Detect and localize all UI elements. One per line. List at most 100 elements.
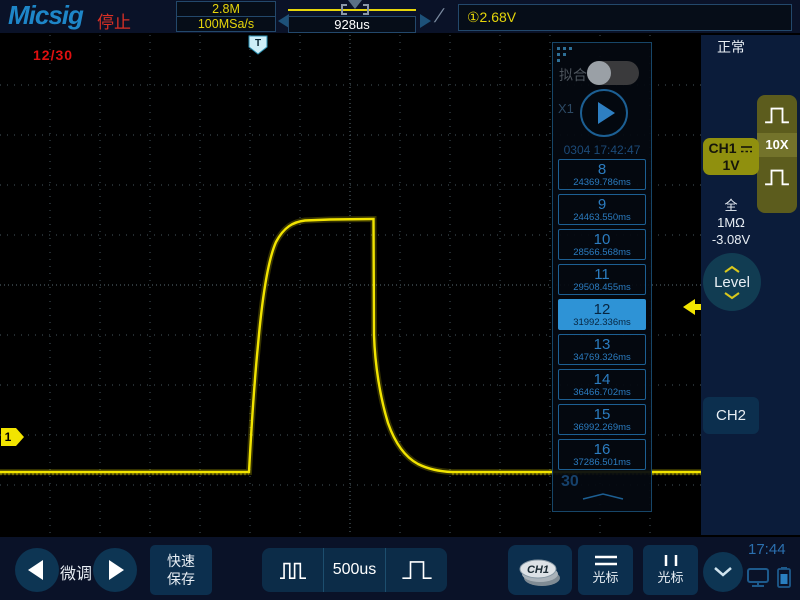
- vertical-cursor-label: 光标: [657, 567, 683, 586]
- probe-panel[interactable]: 10X: [757, 95, 797, 213]
- right-sidebar: 正常 10X CH1 1V 全 1MΩ -3.08V: [701, 35, 800, 535]
- segment-item-index: 16: [594, 442, 611, 457]
- prev-icon: [28, 560, 43, 580]
- segment-play-button[interactable]: [580, 89, 628, 137]
- segment-playback-panel: 拟合 X1 0304 17:42:47 824369.786ms 924463.5…: [552, 42, 652, 512]
- chevron-down-icon: [712, 566, 734, 578]
- segment-item[interactable]: 1536992.269ms: [558, 404, 646, 435]
- pulse-icon: [762, 104, 792, 126]
- segment-item[interactable]: 1334769.326ms: [558, 334, 646, 365]
- timebase-group: 500us: [262, 548, 447, 592]
- pulse-icon: [762, 166, 792, 188]
- segment-item[interactable]: 824369.786ms: [558, 159, 646, 190]
- vertical-cursor-button[interactable]: 光标: [643, 545, 698, 595]
- segment-item-index: 13: [594, 337, 611, 352]
- toggle-knob: [587, 61, 611, 85]
- segment-item-time: 24369.786ms: [573, 177, 631, 188]
- trigger-marker-label: T: [255, 38, 261, 49]
- segment-item-index: 14: [594, 372, 611, 387]
- memory-depth: 2.8M: [177, 2, 275, 17]
- horizontal-cursor-button[interactable]: 光标: [578, 545, 633, 595]
- segment-item[interactable]: 1231992.336ms: [558, 299, 646, 330]
- system-clock: 17:44: [748, 541, 786, 558]
- pulse-train-icon: [274, 557, 312, 583]
- segment-item-time: 28566.568ms: [573, 247, 631, 258]
- channel1-position-tag[interactable]: 1: [1, 428, 24, 446]
- run-state-label[interactable]: 停止: [97, 8, 131, 33]
- segment-item-time: 29508.455ms: [573, 282, 631, 293]
- trigger-level-readout[interactable]: ①2.68V: [458, 4, 792, 31]
- trigger-slope-icon[interactable]: /: [434, 6, 444, 28]
- segment-item-index: 15: [594, 407, 611, 422]
- segment-item[interactable]: 1436466.702ms: [558, 369, 646, 400]
- next-icon: [109, 560, 124, 580]
- segment-item-index: 10: [594, 232, 611, 247]
- trigger-level-arrow-icon[interactable]: [683, 299, 701, 315]
- segment-item[interactable]: 1028566.568ms: [558, 229, 646, 260]
- ch1-badge[interactable]: CH1 1V: [703, 138, 759, 175]
- next-segment-button[interactable]: [93, 548, 137, 592]
- collapse-menu-button[interactable]: [703, 552, 743, 592]
- timebase-zoom-out-button[interactable]: [262, 548, 323, 592]
- quick-save-button[interactable]: 快速 保存: [150, 545, 212, 595]
- ch2-button[interactable]: CH2: [703, 397, 759, 434]
- drag-dots-icon[interactable]: [557, 47, 560, 50]
- segment-item-index: 9: [598, 197, 606, 212]
- level-button[interactable]: Level: [703, 253, 761, 311]
- segment-item-index: 12: [594, 302, 611, 317]
- segment-item-time: 36992.269ms: [573, 422, 631, 433]
- segment-item-time: 24463.550ms: [573, 212, 631, 223]
- segment-item-time: 34769.326ms: [573, 352, 631, 363]
- scope-display: T 1 12/30 拟合 X1 0304 17:42:47 824369.786…: [0, 35, 701, 535]
- trigger-mode-label[interactable]: 正常: [717, 37, 745, 57]
- chevron-up-icon[interactable]: [581, 491, 625, 501]
- level-label: Level: [714, 274, 750, 291]
- segment-item-time: 36466.702ms: [573, 387, 631, 398]
- monitor-icon[interactable]: [746, 567, 772, 589]
- timebase-readout[interactable]: 500us: [323, 548, 386, 592]
- fit-toggle[interactable]: [587, 61, 639, 85]
- quick-save-line2: 保存: [150, 570, 212, 588]
- segment-item-index: 8: [598, 162, 606, 177]
- segment-item-time: 31992.336ms: [573, 317, 631, 328]
- brand-logo: Micsig: [8, 0, 83, 31]
- probe-attenuation[interactable]: 10X: [757, 133, 797, 157]
- chevron-up-icon: [722, 265, 742, 274]
- ch1-impedance: 1MΩ: [701, 214, 761, 231]
- segment-item[interactable]: 1129508.455ms: [558, 264, 646, 295]
- segment-item-time: 37286.501ms: [573, 457, 631, 468]
- battery-icon[interactable]: [776, 565, 792, 589]
- segment-item[interactable]: 1637286.501ms: [558, 439, 646, 470]
- record-timeline: [288, 9, 416, 11]
- quick-save-line1: 快速: [150, 552, 212, 570]
- prev-segment-button[interactable]: [15, 548, 59, 592]
- timeline-window-bracket-left: [341, 4, 347, 15]
- play-icon: [598, 102, 615, 124]
- active-channel-label: CH1: [527, 564, 549, 576]
- fit-label: 拟合: [559, 65, 587, 85]
- ch1-bandwidth: 全: [701, 197, 761, 214]
- ch1-offset: -3.08V: [701, 231, 761, 248]
- channel1-tag-label: 1: [5, 430, 12, 444]
- segment-last-index: 30: [561, 473, 579, 491]
- pulse-icon: [396, 557, 438, 583]
- acquisition-readout[interactable]: 2.8M 100MSa/s: [176, 1, 276, 32]
- pan-right-icon[interactable]: [420, 14, 431, 28]
- segment-item-index: 11: [594, 267, 610, 282]
- segment-item[interactable]: 924463.550ms: [558, 194, 646, 225]
- trigger-position-marker[interactable]: T: [249, 36, 267, 54]
- segment-timestamp: 0304 17:42:47: [553, 143, 651, 157]
- active-channel-button[interactable]: CH1: [508, 545, 572, 595]
- timebase-zoom-in-button[interactable]: [386, 548, 447, 592]
- horizontal-cursor-label: 光标: [592, 567, 618, 586]
- bottom-bar: 微调 快速 保存 500us: [0, 535, 800, 600]
- ch1-name: CH1: [709, 140, 737, 156]
- playback-speed[interactable]: X1: [558, 101, 574, 116]
- timeline-position-marker[interactable]: [348, 0, 362, 9]
- segment-list: 824369.786ms924463.550ms1028566.568ms112…: [558, 159, 646, 474]
- timeline-window-bracket-right: [363, 4, 369, 15]
- channel-chip-icon: CH1: [517, 552, 563, 588]
- window-time-readout[interactable]: 928us: [288, 16, 416, 33]
- top-bar: Micsig 停止 2.8M 100MSa/s 928us / ①2.68V: [0, 0, 800, 35]
- oscilloscope-app: Micsig 停止 2.8M 100MSa/s 928us / ①2.68V T: [0, 0, 800, 600]
